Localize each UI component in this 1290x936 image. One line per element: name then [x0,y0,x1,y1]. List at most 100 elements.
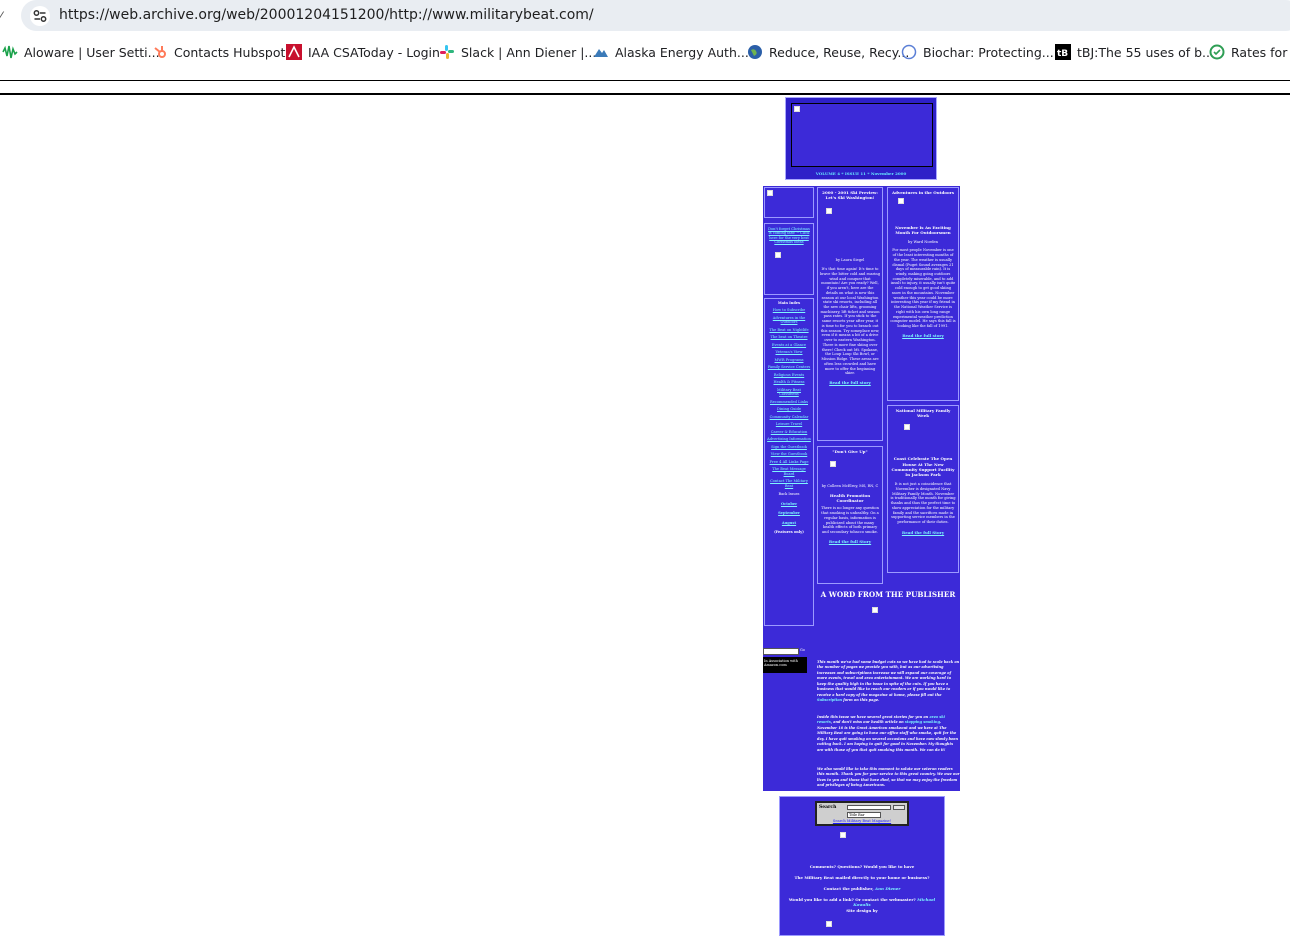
nav-link[interactable]: Dining Guide [767,407,811,411]
back-issues-heading: Back Issues [778,492,800,497]
globe-icon [748,45,762,59]
bookmark-slack[interactable]: Slack | Ann Diener |... [439,44,596,60]
publisher-heading: A WORD FROM THE PUBLISHER [820,590,956,599]
nav-link[interactable]: Community Calendar [767,415,811,419]
bookmark-label: Reduce, Reuse, Recy... [769,44,910,60]
bookmark-biochar[interactable]: Biochar: Protecting... [901,44,1054,60]
read-full-story-link[interactable]: Read the full Story [890,530,956,535]
nav-link[interactable]: Contact The Military Beat [767,479,811,488]
story-byline: by Laura Siegel [835,258,865,263]
bookmark-label: tBJ:The 55 uses of b... [1077,44,1214,60]
bookmark-rates[interactable]: Rates for A [1209,44,1290,60]
nav-link[interactable]: The Beat Message Board [767,467,811,476]
bookmark-tbj[interactable]: tB tBJ:The 55 uses of b... [1055,44,1214,60]
bookmark-hubspot[interactable]: Contacts Hubspot [152,44,285,60]
broken-image-icon [767,190,773,196]
nav-link[interactable]: Religious Events [767,373,811,377]
search-magazine-link[interactable]: Search Military Beat Magazine! [817,819,907,823]
amazon-go-button[interactable]: Go [800,648,805,652]
nav-link[interactable]: Free 4 All Links Page [767,460,811,464]
footer-panel: Search Title Bar Search Military Beat Ma… [779,796,945,936]
broken-image-icon [840,832,846,838]
nav-link[interactable]: Adventures in the Outdoors [767,316,811,325]
rates-icon [1209,44,1225,60]
story-dont-give-up: "Don't Give Up" by Colleen McElroy, MS, … [817,446,883,584]
mountain-icon [594,49,608,57]
nav-link[interactable]: Leisure Travel [767,422,811,426]
search-label: Search [819,805,837,810]
nav-link[interactable]: Events at a Glance [767,343,811,347]
broken-image-icon [826,921,832,927]
nav-link[interactable]: Family Service Centers [767,365,811,369]
bookmark-iaa[interactable]: IAA CSAToday - Login [286,44,440,60]
site-search-box: Search Title Bar Search Military Beat Ma… [815,801,909,826]
footer-line: Site design by [846,908,878,913]
bookmark-label: Alaska Energy Auth... [615,44,749,60]
site-settings-icon[interactable] [30,6,50,26]
nav-link[interactable]: Recommended Links [767,400,811,404]
bookmark-aloware[interactable]: Aloware | User Setti... [2,44,160,60]
search-input[interactable] [847,805,891,810]
search-go-button[interactable] [893,805,905,810]
story-outdoors: Adventures in the Outdoors November Is A… [887,187,959,401]
nav-link[interactable]: Sign the Guestbook [767,445,811,449]
story-byline: by Ward Norden [908,239,938,244]
publisher-contact-link[interactable]: Ann Diener [875,886,900,891]
story-body: For most people November is one of the l… [890,248,956,329]
broken-image-icon [826,208,832,214]
read-full-story-link[interactable]: Read the full story [820,380,880,385]
masthead-banner: VOLUME 4 * ISSUE 11 * November 2000 [785,97,937,180]
footer-line: Contact the publisher, Ann Diener [823,886,901,891]
back-issue-link[interactable]: August [765,521,813,525]
nav-link[interactable]: How to Subscribe [767,308,811,312]
footer-line: Comments? Questions? Would you like to h… [809,864,915,869]
bookmark-label: Slack | Ann Diener |... [461,44,597,60]
section-heading: National Military Family Week [895,408,951,419]
search-scope-select[interactable]: Title Bar [847,812,881,818]
tbj-icon: tB [1055,44,1071,60]
circle-icon [901,44,917,60]
read-full-story-link[interactable]: Read the full story [890,333,956,338]
nav-link[interactable]: Health & Fitness [767,380,811,384]
bookmark-label: IAA CSAToday - Login [308,44,440,60]
divider [0,80,1290,81]
footer-line: The Military Beat mailed directly to you… [794,875,930,880]
christmas-promo-link[interactable]: Don't forget Christmas is coming fast! -… [765,227,813,245]
story-military-family: National Military Family Week Coast Cele… [887,405,959,573]
sidebar-nav: Main Index How to Subscribe Adventures in… [764,298,814,626]
url-text[interactable]: https://web.archive.org/web/200012041512… [59,7,594,23]
story-body: It's that time again! It's time to brave… [820,267,880,376]
bookmark-label: Rates for A [1231,44,1290,60]
features-note: (Features only) [774,529,804,534]
story-title: November Is An Exciting Month For Outdoo… [895,225,951,236]
nav-link[interactable]: Advertising Information [767,437,811,441]
aloware-wave-icon [2,45,18,59]
nav-link[interactable]: View the Guestbook [767,452,811,456]
broken-image-icon [872,607,878,613]
read-full-story-link[interactable]: Read the full Story [820,539,880,544]
story-byline: by Colleen McElroy, MS, RN, C [821,484,879,489]
nav-link[interactable]: The beat on Theatre [767,335,811,339]
broken-image-icon [898,198,904,204]
amazon-association-badge[interactable]: In Association with Amazon.com [763,657,807,673]
divider [0,93,1290,95]
main-index-heading: Main Index [777,301,801,305]
nav-link[interactable]: Military Beat Classifieds [767,388,811,397]
story-body: There is no longer any question that smo… [821,506,879,534]
bookmark-reduce-reuse[interactable]: Reduce, Reuse, Recy... [747,44,909,60]
broken-image-icon [794,106,800,112]
nav-link[interactable]: MWR Programs [767,358,811,362]
stopping-smoking-link[interactable]: stopping smoking [905,720,940,724]
broken-image-icon [904,424,910,430]
subscription-link[interactable]: Subscription [817,698,842,702]
publisher-paragraph-1: This month we've had some budget cuts so… [817,660,960,702]
back-issue-link[interactable]: September [765,511,813,515]
nav-link[interactable]: Career & Education [767,430,811,434]
nav-link[interactable]: The Beat on Nightlife [767,328,811,332]
back-issue-link[interactable]: October [765,502,813,506]
nav-link[interactable]: Veteran's View [767,350,811,354]
reload-icon-fragment[interactable]: ⁄ [0,8,2,24]
bookmark-alaska-energy[interactable]: Alaska Energy Auth... [593,44,749,60]
footer-line: Would you like to add a link? Or contact… [788,897,936,907]
amazon-search-input[interactable] [763,648,799,655]
